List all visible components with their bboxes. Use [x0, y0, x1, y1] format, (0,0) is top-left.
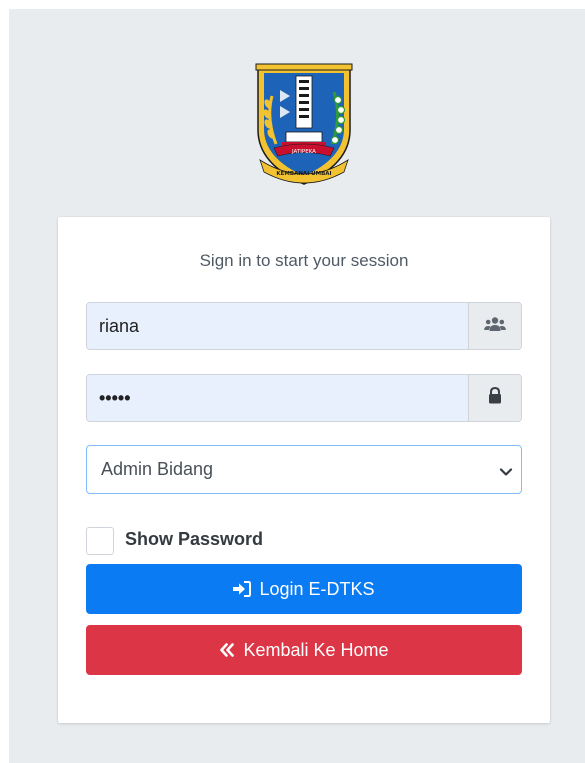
login-button[interactable]: Login E-DTKS — [86, 564, 522, 614]
chevron-down-icon — [499, 463, 513, 477]
role-select[interactable]: Admin Bidang — [86, 445, 522, 494]
home-button-label: Kembali Ke Home — [243, 639, 389, 660]
login-box-message: Sign in to start your session — [199, 251, 409, 270]
password-input-group: ••••• — [86, 374, 522, 422]
users-icon — [484, 316, 506, 337]
show-password-checkbox[interactable] — [86, 527, 114, 555]
password-input[interactable]: ••••• — [87, 375, 468, 421]
logo-ribbon-text: JATIPEKA — [291, 149, 316, 155]
sign-in-icon — [233, 581, 252, 597]
role-select-value: Admin Bidang — [101, 459, 214, 479]
show-password-label: Show Password — [125, 529, 264, 549]
username-addon — [468, 303, 521, 349]
lock-icon — [488, 386, 502, 409]
back-to-home-button[interactable]: Kembali Ke Home — [86, 625, 522, 675]
password-mask: ••••• — [99, 387, 131, 408]
regency-logo: JATIPEKA KEMBANAI UMBAI — [246, 56, 362, 190]
angle-double-left-icon — [219, 643, 235, 657]
username-input[interactable]: riana — [87, 303, 468, 349]
logo-motto-text: KEMBANAI UMBAI — [276, 171, 331, 177]
login-card: Sign in to start your session riana ••••… — [58, 217, 550, 723]
password-addon — [468, 375, 521, 421]
username-input-group: riana — [86, 302, 522, 350]
login-button-label: Login E-DTKS — [259, 578, 375, 599]
